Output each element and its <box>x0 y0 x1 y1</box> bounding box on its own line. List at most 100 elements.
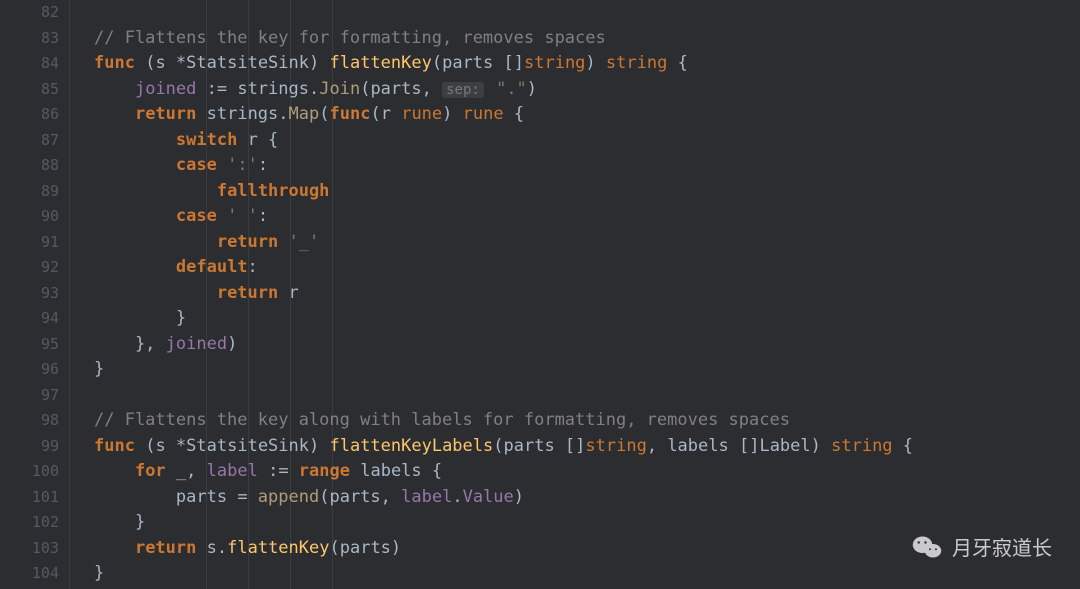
code-token: StatsiteSink <box>186 436 309 456</box>
code-token: func <box>94 53 135 73</box>
code-area[interactable]: // Flattens the key for formatting, remo… <box>70 0 1080 589</box>
code-token: '_' <box>289 232 320 252</box>
code-line[interactable] <box>94 383 1080 409</box>
code-token: strings <box>237 79 309 99</box>
code-line[interactable]: func (s *StatsiteSink) flattenKeyLabels(… <box>94 434 1080 460</box>
line-number: 82 <box>0 0 59 26</box>
code-token <box>486 79 496 99</box>
code-token: s <box>207 538 217 558</box>
code-token <box>94 283 217 303</box>
code-token: ( <box>319 104 329 124</box>
code-token: ) <box>527 79 537 99</box>
code-line[interactable]: } <box>94 561 1080 587</box>
code-token: s <box>155 436 165 456</box>
code-token: case <box>176 206 217 226</box>
code-line[interactable]: default: <box>94 255 1080 281</box>
code-token: , <box>647 436 667 456</box>
code-editor[interactable]: 8283848586878889909192939495969798991001… <box>0 0 1080 589</box>
code-line[interactable]: joined := strings.Join(parts, sep: ".") <box>94 77 1080 103</box>
code-token: * <box>166 53 186 73</box>
code-token: ( <box>135 436 155 456</box>
code-token <box>196 104 206 124</box>
line-number: 96 <box>0 357 59 383</box>
line-number: 84 <box>0 51 59 77</box>
line-number: 101 <box>0 485 59 511</box>
code-token: Map <box>289 104 320 124</box>
code-token: } <box>94 359 104 379</box>
code-token: switch <box>176 130 237 150</box>
code-token: return <box>217 232 278 252</box>
code-token: labels <box>667 436 728 456</box>
code-token: flattenKeyLabels <box>329 436 493 456</box>
code-token: . <box>217 538 227 558</box>
code-token: := <box>258 461 299 481</box>
line-number: 100 <box>0 459 59 485</box>
code-line[interactable] <box>94 0 1080 26</box>
code-token: append <box>258 487 319 507</box>
code-token: string <box>831 436 892 456</box>
code-token: { <box>504 104 524 124</box>
code-token <box>94 461 135 481</box>
code-line[interactable]: } <box>94 306 1080 332</box>
code-token: { <box>893 436 913 456</box>
code-line[interactable]: return strings.Map(func(r rune) rune { <box>94 102 1080 128</box>
line-number: 102 <box>0 510 59 536</box>
code-token <box>237 130 247 150</box>
line-number: 104 <box>0 561 59 587</box>
line-number: 91 <box>0 230 59 256</box>
code-token: parts <box>340 538 391 558</box>
code-token: ) <box>811 436 831 456</box>
code-token: [] <box>493 53 524 73</box>
code-token: case <box>176 155 217 175</box>
code-token <box>94 487 176 507</box>
code-token: default <box>176 257 248 277</box>
code-token: for <box>135 461 166 481</box>
code-token <box>94 538 135 558</box>
line-number: 103 <box>0 536 59 562</box>
line-number: 90 <box>0 204 59 230</box>
code-token: * <box>166 436 186 456</box>
line-number: 99 <box>0 434 59 460</box>
code-token: "." <box>496 79 527 99</box>
code-line[interactable]: // Flattens the key along with labels fo… <box>94 408 1080 434</box>
code-token: := <box>196 79 237 99</box>
code-token: labels <box>360 461 421 481</box>
line-number: 89 <box>0 179 59 205</box>
code-token: } <box>94 512 145 532</box>
code-line[interactable]: parts = append(parts, label.Value) <box>94 485 1080 511</box>
code-line[interactable]: } <box>94 510 1080 536</box>
code-token <box>350 461 360 481</box>
code-token: : <box>258 155 268 175</box>
line-number: 95 <box>0 332 59 358</box>
code-token: ( <box>493 436 503 456</box>
code-token: } <box>94 563 104 583</box>
code-line[interactable]: for _, label := range labels { <box>94 459 1080 485</box>
code-token: string <box>524 53 585 73</box>
code-token: ( <box>135 53 155 73</box>
code-line[interactable]: }, joined) <box>94 332 1080 358</box>
code-token: string <box>585 436 646 456</box>
code-line[interactable]: return '_' <box>94 230 1080 256</box>
code-line[interactable]: return r <box>94 281 1080 307</box>
code-line[interactable]: func (s *StatsiteSink) flattenKey(parts … <box>94 51 1080 77</box>
code-token: flattenKey <box>227 538 329 558</box>
code-token: { <box>667 53 687 73</box>
code-line[interactable]: case ' ': <box>94 204 1080 230</box>
code-line[interactable]: return s.flattenKey(parts) <box>94 536 1080 562</box>
code-line[interactable]: } <box>94 357 1080 383</box>
code-token: label <box>207 461 258 481</box>
code-line[interactable]: switch r { <box>94 128 1080 154</box>
code-token <box>94 130 176 150</box>
code-token: joined <box>166 334 227 354</box>
code-token: parts <box>504 436 555 456</box>
code-token: { <box>258 130 278 150</box>
code-token: rune <box>401 104 442 124</box>
code-line[interactable]: fallthrough <box>94 179 1080 205</box>
code-line[interactable]: case ':': <box>94 153 1080 179</box>
code-token: ( <box>329 538 339 558</box>
line-number: 85 <box>0 77 59 103</box>
code-token: . <box>278 104 288 124</box>
code-token: rune <box>463 104 504 124</box>
code-token <box>94 104 135 124</box>
code-line[interactable]: // Flattens the key for formatting, remo… <box>94 26 1080 52</box>
